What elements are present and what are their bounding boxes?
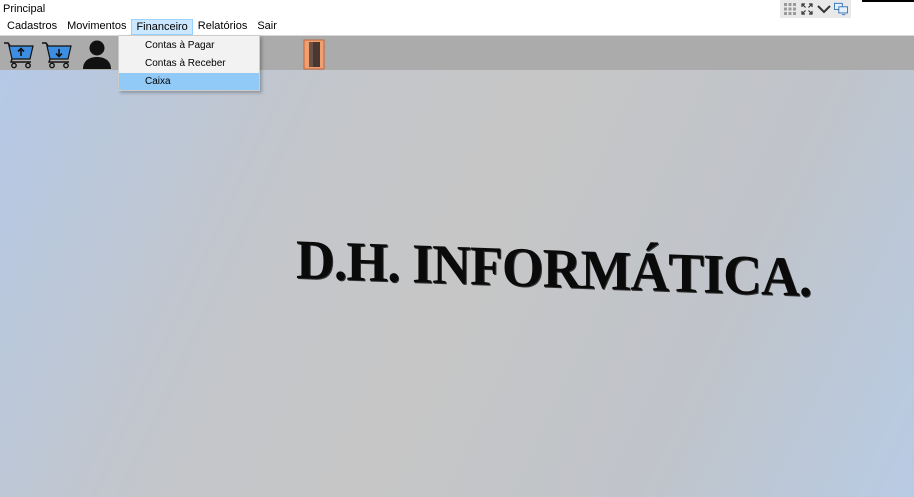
title-controls (780, 0, 851, 18)
grid-icon[interactable] (783, 2, 797, 16)
menu-financeiro[interactable]: Financeiro (131, 18, 193, 35)
chevron-down-icon[interactable] (817, 2, 831, 16)
financeiro-dropdown: Contas à Pagar Contas à Receber Caixa (118, 35, 260, 91)
expand-icon[interactable] (800, 2, 814, 16)
menu-relatorios[interactable]: Relatórios (193, 18, 253, 35)
menu-cadastros[interactable]: Cadastros (2, 18, 62, 35)
cart-download-icon[interactable] (41, 37, 73, 70)
menu-sair[interactable]: Sair (252, 18, 282, 35)
monitor-icon[interactable] (834, 2, 848, 16)
menu-bar: Cadastros Movimentos Financeiro Relatóri… (0, 18, 278, 35)
top-strip (862, 0, 914, 2)
dropdown-item-contas-a-pagar[interactable]: Contas à Pagar (119, 37, 259, 54)
window-title: Principal (3, 3, 46, 15)
exit-door-icon[interactable] (300, 37, 328, 70)
dropdown-item-contas-a-receber[interactable]: Contas à Receber (119, 55, 259, 72)
dropdown-item-caixa[interactable]: Caixa (119, 73, 259, 90)
title-bar: Principal (0, 0, 914, 18)
cart-upload-icon[interactable] (3, 37, 35, 70)
user-icon[interactable] (81, 37, 113, 70)
menu-movimentos[interactable]: Movimentos (62, 18, 131, 35)
